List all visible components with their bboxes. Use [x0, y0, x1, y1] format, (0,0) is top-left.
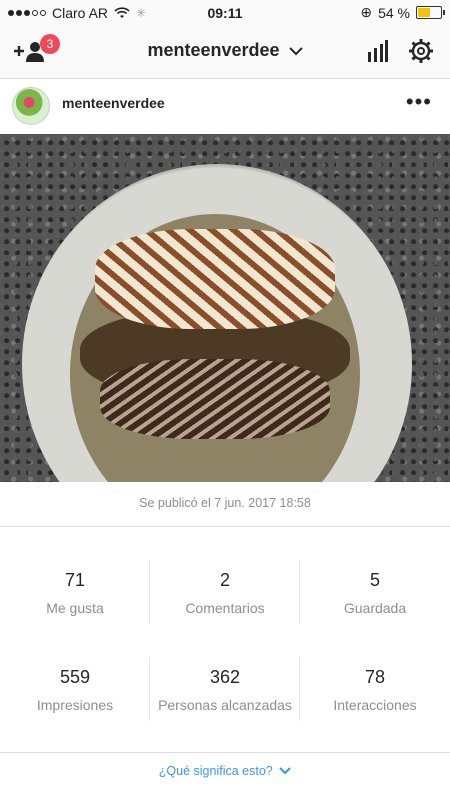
help-link[interactable]: ¿Qué significa esto?	[0, 764, 450, 778]
stat-reach: 362 Personas alcanzadas	[150, 667, 300, 713]
column-divider	[149, 560, 150, 624]
post-username[interactable]: menteenverdee	[62, 95, 165, 111]
battery-info: ⊕ 54 %	[360, 4, 445, 21]
stat-value: 5	[369, 570, 380, 590]
stat-label: Me gusta	[46, 600, 104, 616]
stat-saved: 5 Guardada	[300, 570, 450, 616]
almonds-graphic	[95, 229, 335, 329]
stat-value: 559	[59, 667, 91, 687]
stat-interactions: 78 Interacciones	[300, 667, 450, 713]
stat-label: Interacciones	[333, 697, 417, 713]
status-bar: Claro AR ✳ 09:11 ⊕ 54 %	[0, 0, 450, 26]
rotation-lock-icon: ⊕	[360, 4, 373, 20]
stat-impressions: 559 Impresiones	[0, 667, 150, 713]
account-title: menteenverdee	[147, 40, 280, 60]
chevron-down-icon	[288, 47, 303, 56]
stat-value: 362	[209, 667, 241, 687]
column-divider	[299, 657, 300, 721]
chevron-down-icon	[279, 767, 291, 775]
gear-icon[interactable]	[408, 38, 434, 64]
stat-value: 2	[219, 570, 230, 590]
avatar[interactable]	[12, 87, 50, 125]
granola-graphic	[100, 359, 330, 439]
stat-likes: 71 Me gusta	[0, 570, 150, 616]
help-link-label: ¿Qué significa esto?	[158, 764, 273, 778]
bar-chart-icon[interactable]	[366, 40, 388, 62]
battery-percent: 54 %	[378, 4, 410, 21]
insights-panel: Se publicó el 7 jun. 2017 18:58 71 Me gu…	[0, 482, 450, 800]
more-options-icon[interactable]: •••	[406, 89, 432, 115]
stat-label: Comentarios	[185, 600, 265, 616]
stat-value: 78	[364, 667, 386, 687]
battery-icon	[416, 6, 445, 19]
post-header: menteenverdee •••	[0, 79, 450, 133]
stat-comments: 2 Comentarios	[150, 570, 300, 616]
stat-value: 71	[64, 570, 86, 590]
divider	[0, 526, 450, 527]
stat-label: Guardada	[343, 600, 407, 616]
battery-fill	[418, 8, 430, 17]
column-divider	[149, 657, 150, 721]
divider	[0, 752, 450, 753]
stat-label: Impresiones	[36, 697, 114, 713]
post-image	[0, 134, 450, 482]
stat-label: Personas alcanzadas	[158, 697, 292, 713]
nav-bar: 3 menteenverdee	[0, 26, 450, 79]
column-divider	[299, 560, 300, 624]
published-date: Se publicó el 7 jun. 2017 18:58	[139, 496, 311, 510]
